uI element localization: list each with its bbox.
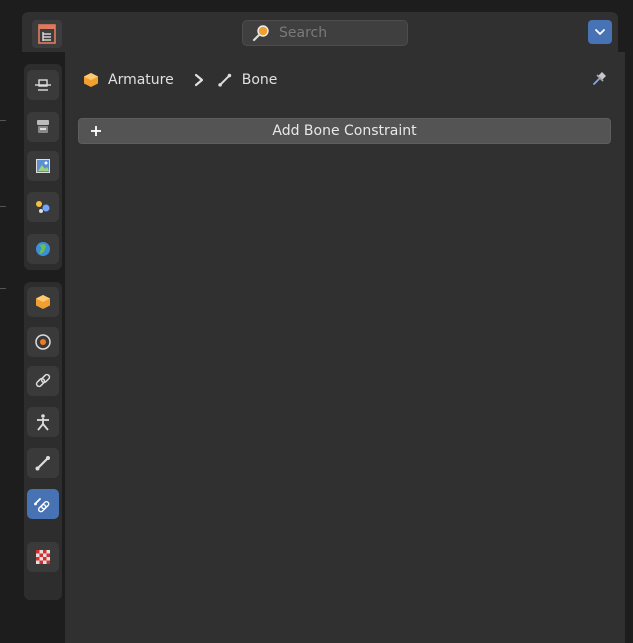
tab-physics[interactable] [27,327,59,357]
view-layer-icon [36,201,50,213]
right-border [625,52,633,643]
chevron-right-icon [192,72,206,88]
breadcrumb: Armature Bone [82,70,277,90]
left-neighbor-strip [0,0,12,643]
texture-checker-icon [36,550,50,564]
pin-icon [593,72,606,85]
output-icon [36,159,50,173]
options-dropdown-button[interactable] [588,20,612,44]
add-bone-constraint-button[interactable]: Add Bone Constraint [78,118,611,144]
tab-output[interactable] [27,151,59,181]
constraint-link-icon [35,373,51,388]
tab-tool[interactable] [27,70,59,100]
properties-editor-icon [38,24,56,44]
bone-icon [35,456,50,471]
bone-icon [216,71,234,89]
search-input[interactable] [277,24,391,42]
armature-icon [37,414,49,431]
pin-button[interactable] [590,68,610,88]
divider [0,120,6,121]
object-icon [82,71,100,89]
breadcrumb-bone-label: Bone [241,72,278,88]
tab-render[interactable] [27,112,59,142]
tab-object-constraints[interactable] [27,366,59,396]
plus-icon [87,122,105,140]
bone-constraint-icon [34,498,50,513]
tab-view-layer[interactable] [27,192,59,222]
breadcrumb-object-label: Armature [108,72,174,88]
divider [0,206,6,207]
tab-bone-constraints[interactable] [27,489,59,519]
tab-object[interactable] [27,287,59,317]
search-field[interactable] [242,20,408,46]
physics-icon [35,334,51,350]
chevron-down-icon [595,29,605,35]
tab-bone[interactable] [27,448,59,478]
render-icon [37,120,49,133]
add-bone-constraint-label: Add Bone Constraint [272,123,417,139]
search-icon [251,23,271,43]
tab-texture[interactable] [27,542,59,572]
tab-world[interactable] [27,234,59,264]
object-icon [36,295,50,309]
tool-icon [35,79,51,91]
tab-object-data[interactable] [27,407,59,437]
divider [0,288,6,289]
world-icon [36,242,50,256]
editor-type-button[interactable] [32,20,62,48]
